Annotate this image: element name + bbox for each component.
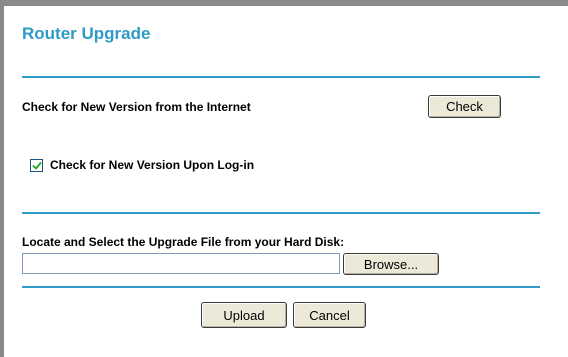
divider-bottom: [22, 286, 540, 288]
router-upgrade-panel: Router Upgrade Check for New Version fro…: [0, 0, 568, 357]
divider-middle: [22, 212, 540, 214]
check-button[interactable]: Check: [428, 95, 501, 118]
window-left-border: [0, 6, 4, 357]
window-top-border: [0, 0, 568, 6]
check-on-login-checkbox[interactable]: [30, 159, 43, 172]
browse-button[interactable]: Browse...: [343, 253, 439, 275]
check-on-login-label: Check for New Version Upon Log-in: [50, 158, 255, 172]
cancel-button[interactable]: Cancel: [293, 302, 366, 328]
upgrade-file-path-input[interactable]: [22, 253, 340, 274]
upgrade-file-label: Locate and Select the Upgrade File from …: [22, 235, 345, 249]
check-internet-label: Check for New Version from the Internet: [22, 100, 251, 114]
upload-button[interactable]: Upload: [201, 302, 287, 328]
divider-top: [22, 76, 540, 78]
page-title: Router Upgrade: [22, 24, 151, 43]
checkmark-icon: [32, 162, 42, 170]
